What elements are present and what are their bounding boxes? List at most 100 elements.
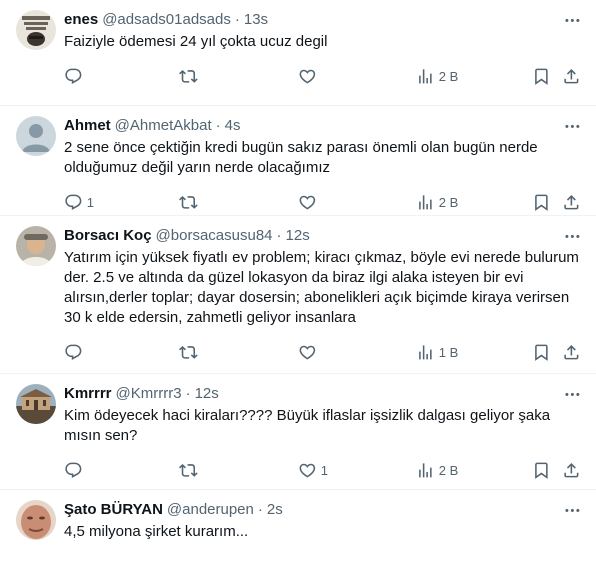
views-icon	[416, 461, 435, 480]
retweet-button[interactable]	[179, 58, 202, 94]
avatar[interactable]	[16, 384, 56, 424]
tweet[interactable]: enes @adsads01adsads · 13s Faiziyle ödem…	[0, 0, 596, 106]
avatar-column	[16, 500, 56, 563]
bookmark-icon	[532, 193, 551, 212]
display-name[interactable]: Kmrrrr	[64, 384, 112, 404]
display-name[interactable]: Borsacı Koç	[64, 226, 152, 246]
tweet-text: 2 sene önce çektiğin kredi bugün sakız p…	[64, 139, 542, 176]
display-name[interactable]: enes	[64, 10, 98, 30]
tweet-text: Faiziyle ödemesi 24 yıl çokta ucuz degil	[64, 33, 328, 50]
more-horizontal-icon[interactable]	[560, 116, 584, 136]
reply-count: 1	[86, 194, 94, 210]
like-icon	[298, 343, 317, 362]
like-button[interactable]	[298, 184, 321, 220]
separator-dot: ·	[257, 501, 263, 518]
display-name[interactable]: Şato BÜRYAN	[64, 500, 163, 520]
bookmark-icon	[532, 67, 551, 86]
avatar[interactable]	[16, 116, 56, 156]
separator-dot: ·	[185, 385, 191, 402]
retweet-button[interactable]	[179, 184, 202, 220]
bookmark-button[interactable]	[532, 58, 551, 94]
timestamp[interactable]: 13s	[244, 10, 268, 30]
bookmark-icon	[532, 343, 551, 362]
like-count: 1	[320, 462, 328, 478]
tweet-header: enes @adsads01adsads · 13s	[64, 10, 580, 30]
avatar[interactable]	[16, 226, 56, 266]
retweet-button[interactable]	[179, 452, 202, 488]
tweet[interactable]: Şato BÜRYAN @anderupen · 2s 4,5 milyona …	[0, 490, 596, 563]
reply-icon	[64, 343, 83, 362]
bookmark-icon	[532, 461, 551, 480]
share-icon	[562, 461, 581, 480]
timestamp[interactable]: 2s	[267, 500, 283, 520]
more-horizontal-icon[interactable]	[560, 500, 584, 520]
views-button[interactable]: 1 B	[416, 334, 458, 370]
like-button[interactable]	[298, 58, 321, 94]
separator-dot: ·	[276, 227, 282, 244]
username[interactable]: @anderupen	[167, 500, 254, 520]
bookmark-button[interactable]	[532, 184, 551, 220]
retweet-button[interactable]	[179, 334, 202, 370]
reply-icon	[64, 67, 83, 86]
timestamp[interactable]: 12s	[286, 226, 310, 246]
more-horizontal-icon[interactable]	[560, 226, 584, 246]
reply-button[interactable]: 1	[64, 184, 94, 220]
tweet-content: Ahmet @AhmetAkbat · 4s 2 sene önce çekti…	[64, 116, 580, 215]
retweet-icon	[179, 193, 198, 212]
share-button[interactable]	[562, 58, 581, 94]
views-icon	[416, 67, 435, 86]
separator-dot: ·	[234, 11, 240, 28]
like-icon	[298, 461, 317, 480]
tweet-content: Borsacı Koç @borsacasusu84 · 12s Yatırım…	[64, 226, 580, 373]
tweet-header: Ahmet @AhmetAkbat · 4s	[64, 116, 580, 136]
bookmark-button[interactable]	[532, 452, 551, 488]
avatar-column	[16, 116, 56, 215]
views-button[interactable]: 2 B	[416, 184, 458, 220]
username[interactable]: @borsacasusu84	[156, 226, 273, 246]
tweet[interactable]: Borsacı Koç @borsacasusu84 · 12s Yatırım…	[0, 216, 596, 374]
view-count: 2 B	[438, 68, 459, 84]
retweet-icon	[179, 343, 198, 362]
like-icon	[298, 193, 317, 212]
avatar[interactable]	[16, 10, 56, 50]
view-count: 2 B	[438, 194, 459, 210]
reply-button[interactable]	[64, 58, 87, 94]
tweet[interactable]: Ahmet @AhmetAkbat · 4s 2 sene önce çekti…	[0, 106, 596, 216]
more-horizontal-icon[interactable]	[560, 10, 584, 30]
tweet-header: Şato BÜRYAN @anderupen · 2s	[64, 500, 580, 520]
reply-icon	[64, 461, 83, 480]
like-icon	[298, 67, 317, 86]
views-icon	[416, 343, 435, 362]
retweet-icon	[179, 461, 198, 480]
tweet-text: Kim ödeyecek haci kiraları???? Büyük ifl…	[64, 407, 555, 444]
username[interactable]: @adsads01adsads	[102, 10, 231, 30]
avatar-column	[16, 384, 56, 489]
reply-button[interactable]	[64, 334, 87, 370]
like-button[interactable]	[298, 334, 321, 370]
share-button[interactable]	[562, 334, 581, 370]
share-button[interactable]	[562, 452, 581, 488]
view-count: 1 B	[438, 344, 459, 360]
bookmark-button[interactable]	[532, 334, 551, 370]
tweet-actions: 1 2 B	[64, 452, 580, 488]
like-button[interactable]: 1	[298, 452, 328, 488]
avatar-column	[16, 226, 56, 373]
tweet-feed: enes @adsads01adsads · 13s Faiziyle ödem…	[0, 0, 596, 563]
username[interactable]: @AhmetAkbat	[115, 116, 212, 136]
timestamp[interactable]: 12s	[195, 384, 219, 404]
retweet-icon	[179, 67, 198, 86]
share-icon	[562, 343, 581, 362]
reply-button[interactable]	[64, 452, 87, 488]
display-name[interactable]: Ahmet	[64, 116, 111, 136]
views-button[interactable]: 2 B	[416, 452, 458, 488]
views-button[interactable]: 2 B	[416, 58, 458, 94]
share-button[interactable]	[562, 184, 581, 220]
views-icon	[416, 193, 435, 212]
timestamp[interactable]: 4s	[225, 116, 241, 136]
more-horizontal-icon[interactable]	[560, 384, 584, 404]
avatar[interactable]	[16, 500, 56, 540]
tweet[interactable]: Kmrrrr @Kmrrrr3 · 12s Kim ödeyecek haci …	[0, 374, 596, 490]
tweet-content: Kmrrrr @Kmrrrr3 · 12s Kim ödeyecek haci …	[64, 384, 580, 489]
tweet-content: Şato BÜRYAN @anderupen · 2s 4,5 milyona …	[64, 500, 580, 563]
username[interactable]: @Kmrrrr3	[116, 384, 182, 404]
